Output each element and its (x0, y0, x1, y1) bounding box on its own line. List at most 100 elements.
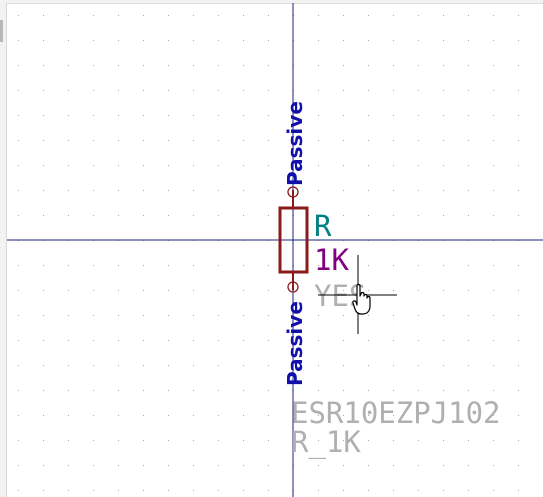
grid-dot (43, 440, 44, 441)
grid-dot (418, 165, 419, 166)
grid-dot (243, 440, 244, 441)
grid-dot (393, 265, 394, 266)
grid-dot (518, 215, 519, 216)
grid-dot (218, 390, 219, 391)
grid-dot (168, 140, 169, 141)
grid-dot (18, 140, 19, 141)
grid-dot (343, 465, 344, 466)
grid-dot (243, 290, 244, 291)
component-value[interactable]: 1K (314, 243, 349, 277)
footprint-label[interactable]: R_1K (291, 425, 361, 460)
grid-dot (418, 15, 419, 16)
grid-dot (218, 165, 219, 166)
grid-dot (193, 465, 194, 466)
grid-dot (393, 165, 394, 166)
grid-dot (268, 140, 269, 141)
grid-dot (393, 65, 394, 66)
grid-dot (18, 40, 19, 41)
grid-dot (93, 40, 94, 41)
grid-dot (343, 215, 344, 216)
grid-dot (143, 140, 144, 141)
schematic-drawing[interactable]: Passive Passive R 1K YES ESR10EZPJ102 R_… (0, 0, 543, 497)
grid-dot (43, 165, 44, 166)
grid-dot (143, 190, 144, 191)
grid-dot (468, 465, 469, 466)
grid-dot (218, 190, 219, 191)
grid-dot (93, 115, 94, 116)
grid-dot (418, 190, 419, 191)
grid-dot (468, 165, 469, 166)
grid-dot (118, 115, 119, 116)
grid-dot (68, 465, 69, 466)
grid-dot (168, 365, 169, 366)
grid-dot (118, 290, 119, 291)
schematic-canvas[interactable]: Passive Passive R 1K YES ESR10EZPJ102 R_… (0, 0, 543, 497)
grid-dot (443, 265, 444, 266)
grid-dot (43, 415, 44, 416)
grid-dot (218, 315, 219, 316)
grid-dot (143, 65, 144, 66)
grid-dot (93, 290, 94, 291)
grid-dot (168, 65, 169, 66)
grid-dot (193, 215, 194, 216)
grid-dot (443, 340, 444, 341)
grid-dot (318, 315, 319, 316)
grid-dot (168, 215, 169, 216)
grid-dot (393, 390, 394, 391)
grid-dot (418, 440, 419, 441)
grid-dot (368, 15, 369, 16)
grid-dot (143, 165, 144, 166)
grid-dot (18, 265, 19, 266)
grid-dot (268, 215, 269, 216)
grid-dot (168, 115, 169, 116)
grid-dot (18, 15, 19, 16)
grid-dot (493, 65, 494, 66)
grid-dot (443, 140, 444, 141)
grid-dot (443, 490, 444, 491)
grid-dot (493, 315, 494, 316)
grid-dot (493, 215, 494, 216)
grid-dot (168, 315, 169, 316)
grid-dot (18, 165, 19, 166)
grid-dot (193, 115, 194, 116)
grid-dot (318, 40, 319, 41)
grid-dot (43, 140, 44, 141)
grid-dot (393, 315, 394, 316)
grid-dot (168, 165, 169, 166)
grid-dot (93, 190, 94, 191)
grid-dot (193, 90, 194, 91)
grid-dot (518, 265, 519, 266)
grid-dot (243, 490, 244, 491)
grid-dot (218, 215, 219, 216)
grid-dot (418, 115, 419, 116)
grid-dot (468, 90, 469, 91)
grid-dot (143, 265, 144, 266)
grid-dot (468, 490, 469, 491)
grid-dot (43, 90, 44, 91)
grid-dot (368, 115, 369, 116)
pin-bottom-type-label: Passive (283, 301, 307, 386)
grid-dot (193, 390, 194, 391)
pin-top-type-label: Passive (283, 101, 307, 186)
grid-dot (43, 340, 44, 341)
grid-dot (143, 390, 144, 391)
grid-dot (518, 40, 519, 41)
grid-dot (243, 15, 244, 16)
grid-dot (168, 40, 169, 41)
grid-dot (368, 215, 369, 216)
grid-dot (343, 190, 344, 191)
grid-dot (243, 465, 244, 466)
grid-dot (343, 65, 344, 66)
grid-dot (168, 90, 169, 91)
grid-dot (243, 90, 244, 91)
grid-dot (193, 190, 194, 191)
grid-dot (18, 190, 19, 191)
grid-dot (343, 390, 344, 391)
reference-designator[interactable]: R (314, 209, 332, 243)
grid-dot (193, 440, 194, 441)
grid-dot (268, 365, 269, 366)
grid-dot (193, 265, 194, 266)
grid-dot (493, 90, 494, 91)
grid-dot (418, 140, 419, 141)
grid-dot (368, 190, 369, 191)
